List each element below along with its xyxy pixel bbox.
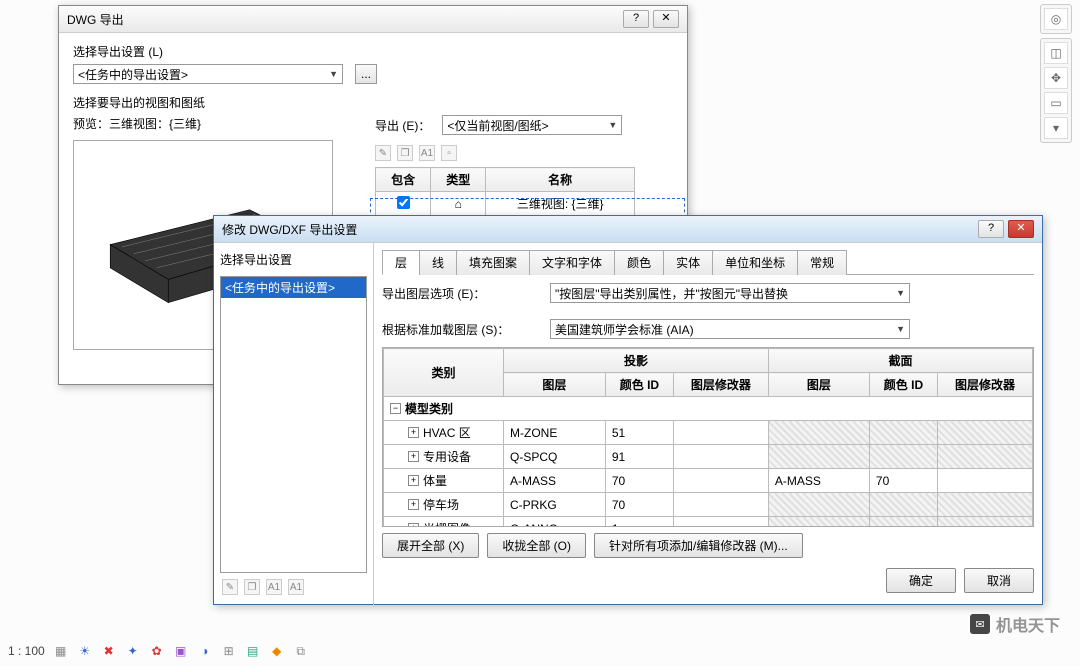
tab-0[interactable]: 层 [382,250,420,275]
grid-row[interactable]: + 光栅图像G-ANNO-...1 [384,517,1033,528]
type-icon: ⌂ [431,192,486,216]
cube-icon[interactable]: ◫ [1044,42,1068,64]
wheel-icon[interactable]: ◎ [1044,8,1068,30]
tree-collapse-icon[interactable]: − [390,403,401,414]
grid-row[interactable]: + 停车场C-PRKG70 [384,493,1033,517]
dialog1-title: DWG 导出 [67,11,623,28]
chevron-down-icon: ▼ [329,69,338,79]
check-all-icon[interactable]: A1 [419,145,435,161]
col-category: 类别 [384,349,504,397]
ok-button[interactable]: 确定 [886,568,956,593]
select-settings-label: 选择导出设置 (L) [73,43,673,60]
tab-7[interactable]: 常规 [797,250,847,275]
analytical-icon[interactable]: ◆ [269,643,285,659]
constraints-icon[interactable]: ▤ [245,643,261,659]
tab-1[interactable]: 线 [419,250,457,275]
layer-option-label: 导出图层选项 (E)： [382,285,542,302]
expand-all-button[interactable]: 展开全部 (X) [382,533,479,558]
reveal-icon[interactable]: ⊞ [221,643,237,659]
include-checkbox[interactable] [397,196,410,209]
tabs: 层线填充图案文字和字体颜色实体单位和坐标常规 [382,249,1034,275]
left-label: 选择导出设置 [220,251,367,268]
close-button[interactable]: ✕ [1008,220,1034,238]
tab-2[interactable]: 填充图案 [456,250,530,275]
watermark-text: 机电天下 [996,612,1060,636]
hide-icon[interactable]: ▣ [173,643,189,659]
watermark: ✉ 机电天下 [970,612,1060,636]
layer-option-combo[interactable]: "按图层"导出类别属性，并"按图元"导出替换▼ [550,283,910,303]
col-name: 名称 [486,168,635,192]
chevron-down-icon: ▼ [896,324,905,334]
shadows-icon[interactable]: ✖ [101,643,117,659]
graphics-icon[interactable]: ▦ [53,643,69,659]
table-row[interactable]: ⌂ 三维视图: {三维} [376,192,635,216]
uncheck-all-icon[interactable]: ▫ [441,145,457,161]
grid-row[interactable]: + 体量A-MASS70A-MASS70 [384,469,1033,493]
tree-parent-row[interactable]: − 模型类别 [384,397,1033,421]
chevron-down-icon: ▼ [896,288,905,298]
help-button[interactable]: ? [978,220,1004,238]
export-settings-combo[interactable]: <任务中的导出设置>▼ [73,64,343,84]
col-include: 包含 [376,168,431,192]
link-icon[interactable]: ⧉ [293,643,309,659]
tab-5[interactable]: 实体 [663,250,713,275]
export-filter-combo[interactable]: <仅当前视图/图纸>▼ [442,115,622,135]
col-section: 截面 [768,349,1032,373]
tree-expand-icon[interactable]: + [408,427,419,438]
crop-icon[interactable]: ✿ [149,643,165,659]
standard-combo[interactable]: 美国建筑师学会标准 (AIA)▼ [550,319,910,339]
rename-icon[interactable]: A1 [266,579,282,595]
scale-label[interactable]: 1 : 100 [8,644,45,658]
new-icon[interactable]: ✎ [222,579,238,595]
close-button[interactable]: ✕ [653,10,679,28]
col-projection: 投影 [504,349,769,373]
settings-list[interactable]: <任务中的导出设置> [220,276,367,573]
grid-row[interactable]: + 专用设备Q-SPCQ91 [384,445,1033,469]
tab-3[interactable]: 文字和字体 [529,250,615,275]
zoom-icon[interactable]: ▭ [1044,92,1068,114]
statusbar: 1 : 100 ▦ ☀ ✖ ✦ ✿ ▣ ◑ ⊞ ▤ ◆ ⧉ [0,640,317,662]
new-set-icon[interactable]: ✎ [375,145,391,161]
tree-expand-icon[interactable]: + [408,475,419,486]
add-modifier-button[interactable]: 针对所有项添加/编辑修改器 (M)... [594,533,803,558]
collapse-all-button[interactable]: 收拢全部 (O) [487,533,586,558]
chevron-down-icon: ▼ [608,120,617,130]
tab-4[interactable]: 颜色 [614,250,664,275]
dialog2-title: 修改 DWG/DXF 导出设置 [222,221,978,238]
settings-more-button[interactable]: ... [355,64,377,84]
render-icon[interactable]: ✦ [125,643,141,659]
delete-icon[interactable]: A1 [288,579,304,595]
dropdown-icon[interactable]: ▾ [1044,117,1068,139]
cancel-button[interactable]: 取消 [964,568,1034,593]
viewport-toolbar: ◎ ◫ ✥ ▭ ▾ [1040,4,1072,143]
wechat-icon: ✉ [970,614,990,634]
settings-list-item[interactable]: <任务中的导出设置> [221,277,366,298]
duplicate-icon[interactable]: ❐ [397,145,413,161]
export-filter-label: 导出 (E)： [375,117,430,134]
select-views-label: 选择要导出的视图和图纸 [73,94,673,111]
pan-icon[interactable]: ✥ [1044,67,1068,89]
tab-6[interactable]: 单位和坐标 [712,250,798,275]
sun-icon[interactable]: ☀ [77,643,93,659]
grid-row[interactable]: + HVAC 区M-ZONE51 [384,421,1033,445]
modify-dwg-dxf-dialog: 修改 DWG/DXF 导出设置 ? ✕ 选择导出设置 <任务中的导出设置> ✎ … [213,215,1043,605]
preview-label: 预览：三维视图：{三维} [73,115,333,132]
isolate-icon[interactable]: ◑ [197,643,213,659]
col-type: 类型 [431,168,486,192]
tree-expand-icon[interactable]: + [408,451,419,462]
standard-label: 根据标准加载图层 (S)： [382,321,542,338]
duplicate-icon[interactable]: ❐ [244,579,260,595]
tree-expand-icon[interactable]: + [408,499,419,510]
help-button[interactable]: ? [623,10,649,28]
layer-grid: 类别 投影 截面 图层颜色 ID图层修改器图层颜色 ID图层修改器 − 模型类别… [383,348,1033,527]
